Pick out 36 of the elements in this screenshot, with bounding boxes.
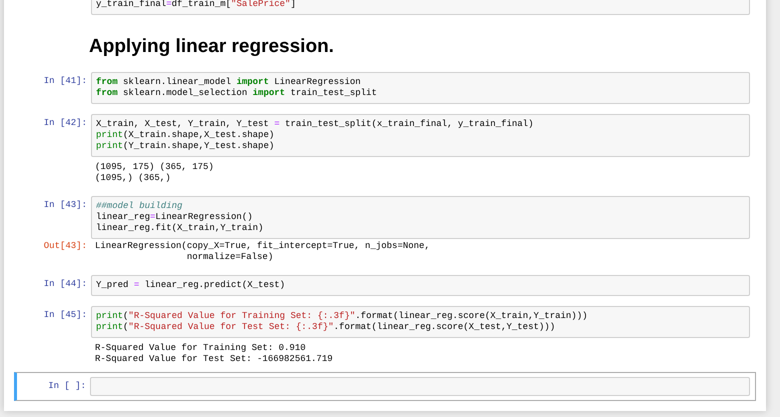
cell-prompt: In [44]: bbox=[42, 278, 88, 290]
output-line: normalize=False) bbox=[186, 252, 274, 263]
code-line: print("R-Squared Value for Test Set: {:.3f}".format(linear_reg.score(X_test,Y_test))) bbox=[96, 322, 556, 333]
notebook-cell[interactable]: In [42]: X_train, X_test, Y_train, Y_test = train_test_split(x_train_final, y_train_final) print(X_train.shape,X_test.shape) print(Y_train.shape,Y_test.shape) (1095, 175) (365, 175) (1095,) (365,) bbox=[14, 109, 756, 191]
notebook-cell[interactable]: In [ ]: bbox=[14, 372, 756, 401]
code-input[interactable]: ##model building linear_reg=LinearRegression() linear_reg.fit(X_train,Y_train) bbox=[91, 196, 750, 239]
code-input[interactable]: print("R-Squared Value for Training Set: {:.3f}".format(linear_reg.score(X_train,Y_train))) print("R-Squared Value for Test Set: {:.3f}".format(linear_reg.score(X_test,Y_test))) bbox=[91, 306, 750, 338]
section-heading: Applying linear regression. bbox=[88, 35, 334, 59]
output-line: R-Squared Value for Test Set: -166982561.719 bbox=[95, 354, 333, 365]
cell-prompt: In [42]: bbox=[42, 117, 88, 129]
code-input[interactable]: Y_pred = linear_reg.predict(X_test) bbox=[91, 275, 750, 296]
output-line: R-Squared Value for Training Set: 0.910 bbox=[95, 343, 307, 354]
notebook-cell[interactable]: In [43]: ##model building linear_reg=LinearRegression() linear_reg.fit(X_train,Y_train) Out[43]: LinearRegression(copy_X=True, fit_intercept=True, n_jobs=None, normalize=False) bbox=[14, 191, 756, 270]
code-input[interactable] bbox=[90, 377, 750, 396]
notebook-cell[interactable]: In [44]: Y_pred = linear_reg.predict(X_test) bbox=[14, 270, 756, 301]
output-line: (1095, 175) (365, 175) bbox=[95, 162, 214, 173]
code-line: print(X_train.shape,X_test.shape) bbox=[96, 130, 276, 141]
output-line: LinearRegression(copy_X=True, fit_intercept=True, n_jobs=None, bbox=[95, 241, 430, 252]
code-line: linear_reg=LinearRegression() bbox=[96, 212, 254, 223]
code-input[interactable]: X_train, X_test, Y_train, Y_test = train_test_split(x_train_final, y_train_final) print(X_train.shape,X_test.shape) print(Y_train.shape,Y_test.shape) bbox=[91, 114, 750, 157]
cell-prompt: In [41]: bbox=[42, 75, 88, 87]
code-line: X_train, X_test, Y_train, Y_test = train_test_split(x_train_final, y_train_final) bbox=[96, 119, 534, 130]
code-line: print(Y_train.shape,Y_test.shape) bbox=[96, 141, 276, 152]
output-prompt: Out[43]: bbox=[42, 241, 88, 252]
output-line: (1095,) (365,) bbox=[95, 173, 172, 184]
notebook-cell[interactable]: In [41]: from sklearn.linear_model import LinearRegression from sklearn.model_selection import train_test_split bbox=[14, 67, 756, 109]
code-line: print("R-Squared Value for Training Set: {:.3f}".format(linear_reg.score(X_train,Y_train))) bbox=[96, 311, 589, 322]
code-line: from sklearn.model_selection import train_test_split bbox=[96, 88, 378, 99]
cell-prompt: In [43]: bbox=[42, 199, 88, 211]
cell-prompt: In [45]: bbox=[42, 309, 88, 321]
code-input[interactable]: from sklearn.linear_model import LinearRegression from sklearn.model_selection import train_test_split bbox=[91, 72, 750, 104]
cell-prompt: In [ ]: bbox=[47, 380, 87, 392]
code-line: linear_reg.fit(X_train,Y_train) bbox=[96, 223, 264, 234]
code-line: Y_pred = linear_reg.predict(X_test) bbox=[96, 280, 286, 291]
code-line: ##model building bbox=[96, 201, 184, 212]
code-line: from sklearn.linear_model import LinearRegression bbox=[96, 77, 362, 88]
